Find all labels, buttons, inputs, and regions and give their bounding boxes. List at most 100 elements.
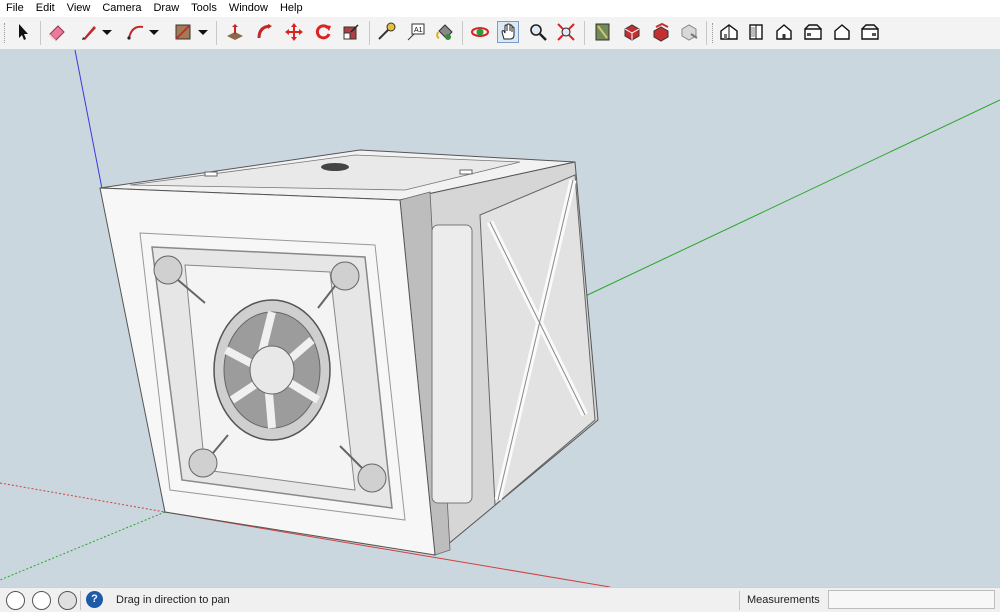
toolbar-grip[interactable] [4,23,7,43]
send-to-layout-button[interactable] [650,21,672,43]
zoom-extents-tool[interactable] [555,21,577,43]
tape-measure-tool[interactable] [375,21,397,43]
top-slot-left [204,171,218,177]
tape-measure-icon [378,22,396,40]
menu-view[interactable]: View [61,0,97,17]
status-bar: ? Drag in direction to pan Measurements [0,587,1000,612]
credits-icon[interactable] [32,591,51,610]
dropdown-arrow-icon [198,30,208,35]
toolbar-separator [40,21,41,45]
3d-warehouse-button[interactable] [592,21,614,43]
green-axis-negative [0,511,166,581]
top-vent [321,163,349,171]
extension-manager-button[interactable] [678,21,700,43]
back-view-button[interactable] [831,21,853,43]
menu-tools[interactable]: Tools [185,0,223,17]
pan-tool[interactable] [497,21,519,43]
rectangle-tool[interactable] [172,21,194,43]
zoom-extents-icon [557,23,575,41]
top-house-icon [749,24,763,40]
right-house-icon [804,24,822,40]
model-canvas[interactable] [0,50,1000,587]
magnifier-icon [530,24,547,41]
dropdown-arrow-icon [102,30,112,35]
hand-icon [501,23,515,40]
measurements-input[interactable] [828,590,995,609]
scale-tool[interactable] [340,21,362,43]
toolbar-grip[interactable] [712,23,715,43]
svg-text:A1: A1 [414,27,423,34]
right-view-button[interactable] [802,21,824,43]
menu-window[interactable]: Window [223,0,274,17]
toolbar-separator [706,21,707,45]
eraser-tool[interactable] [46,21,68,43]
paint-bucket-tool[interactable] [434,21,456,43]
toolbar-separator [369,21,370,45]
extension-warehouse-button[interactable] [621,21,643,43]
eraser-icon [49,25,65,41]
geo-location-icon[interactable] [6,591,25,610]
zoom-tool[interactable] [527,21,549,43]
arrow-cursor-icon [19,24,28,40]
red-box-icon [624,24,640,41]
corner-hole [330,261,360,291]
line-tool[interactable] [78,21,100,43]
arc-icon [127,25,144,40]
orbit-tool[interactable] [469,21,491,43]
push-pull-tool[interactable] [224,21,246,43]
left-view-button[interactable] [859,21,881,43]
push-pull-icon [227,24,243,40]
text-icon: A1 [407,23,425,41]
arc-tool-dropdown[interactable] [147,21,161,43]
instructor-help-icon[interactable]: ? [86,591,103,608]
corner-hole [357,463,387,493]
red-axis-negative [0,482,166,513]
menu-draw[interactable]: Draw [147,0,185,17]
box-model[interactable] [99,149,599,556]
menu-edit[interactable]: Edit [30,0,61,17]
menu-camera[interactable]: Camera [96,0,147,17]
text-tool[interactable]: A1 [405,21,427,43]
line-tool-dropdown[interactable] [100,21,114,43]
side-cylinder [431,224,473,504]
iso-view-button[interactable] [718,21,740,43]
menu-help[interactable]: Help [274,0,309,17]
dropdown-arrow-icon [149,30,159,35]
rotate-tool[interactable] [312,21,334,43]
front-view-button[interactable] [773,21,795,43]
toolbar-separator [216,21,217,45]
menu-file[interactable]: File [0,0,30,17]
iso-house-icon [720,24,738,40]
status-hint: Drag in direction to pan [116,594,230,606]
move-tool[interactable] [283,21,305,43]
menu-bar: File Edit View Camera Draw Tools Window … [0,0,1000,17]
map-book-icon [595,23,610,41]
select-tool[interactable] [12,21,34,43]
green-axis [559,99,1000,309]
left-house-icon [861,24,879,40]
gray-box-icon [681,24,698,41]
toolbar-separator [462,21,463,45]
toolbar-separator [584,21,585,45]
follow-me-tool[interactable] [254,21,276,43]
rectangle-icon [175,24,191,40]
top-view-button[interactable] [745,21,767,43]
follow-me-icon [257,24,272,39]
rectangle-tool-dropdown[interactable] [196,21,210,43]
front-house-icon [776,24,792,40]
move-icon [285,23,303,41]
pencil-icon [82,26,96,40]
arc-tool[interactable] [125,21,147,43]
top-slot-right [459,169,473,175]
measurements-label: Measurements [747,594,820,606]
model-viewport[interactable] [0,50,1000,587]
main-toolbar: A1 [0,17,1000,50]
paint-bucket-icon [436,24,453,40]
user-icon[interactable] [58,591,77,610]
orbit-icon [471,27,489,37]
corner-hole [188,448,218,478]
fan-hub [249,345,295,395]
rotate-icon [315,24,331,40]
corner-hole [153,255,183,285]
back-house-icon [834,24,850,40]
